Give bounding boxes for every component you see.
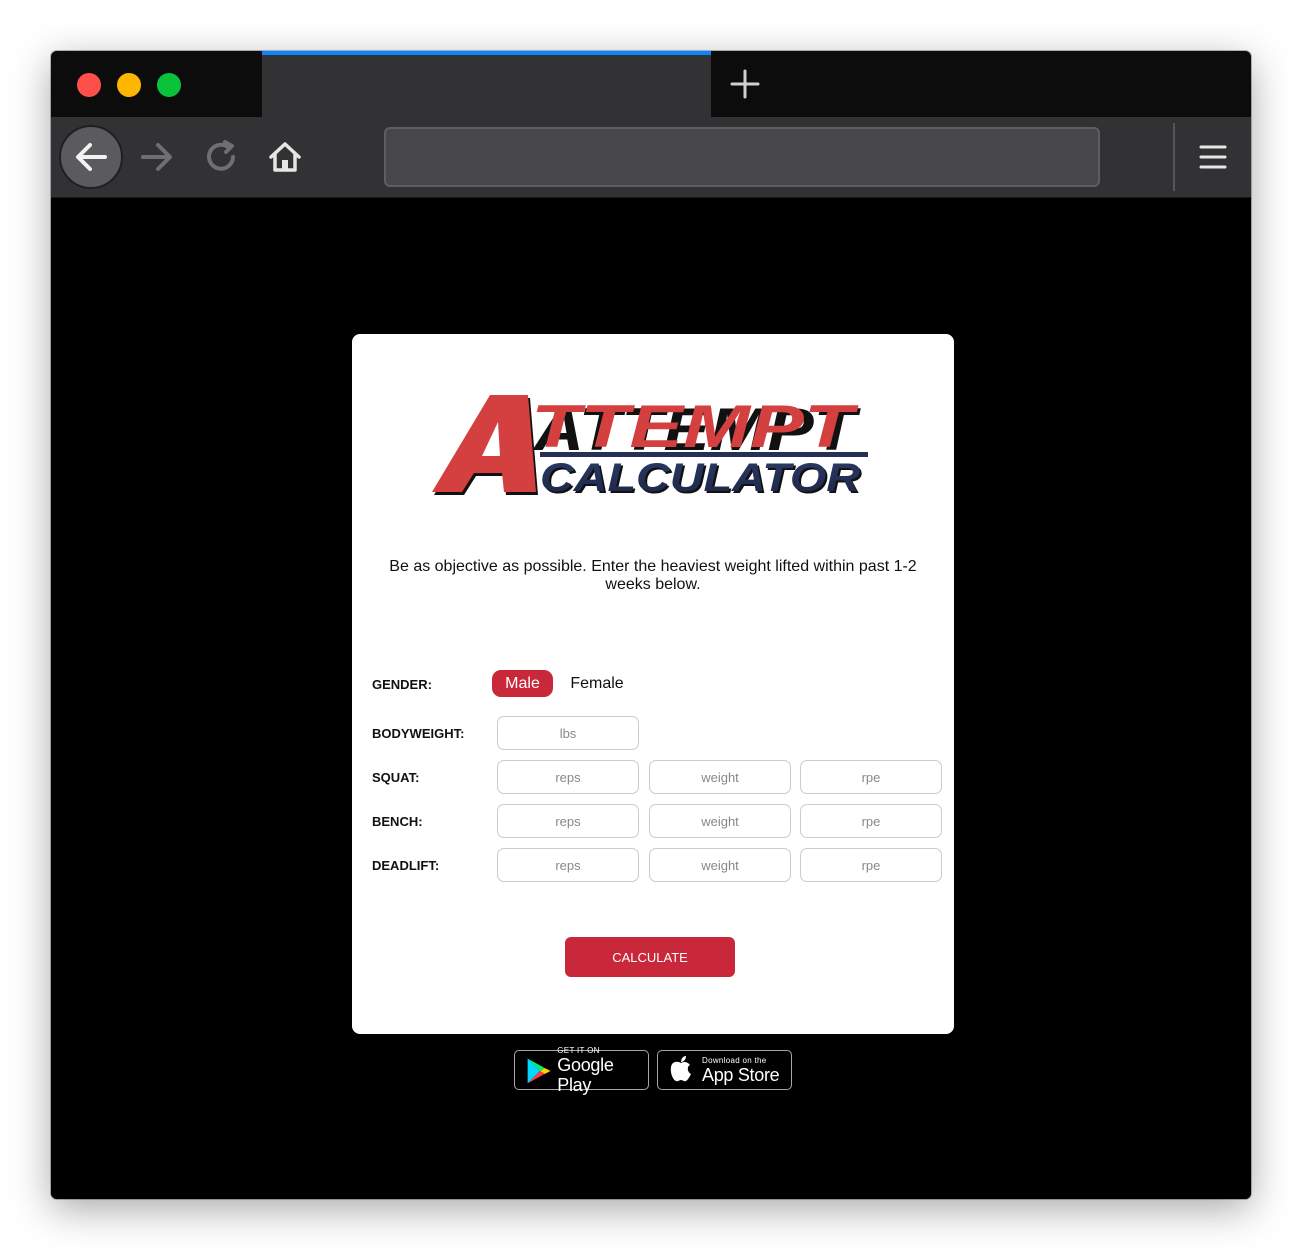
intro-text: Be as objective as possible. Enter the h… [389, 558, 917, 593]
nav-toolbar [51, 117, 1251, 198]
arrow-right-icon [141, 143, 172, 171]
calculator-card: ATTEMPT TTEMPT CALCULATOR CALCULATOR Be … [352, 334, 954, 1034]
menu-button[interactable] [1191, 137, 1235, 177]
back-button[interactable] [59, 125, 123, 189]
deadlift-reps-input[interactable] [497, 848, 639, 882]
toolbar-separator [1173, 123, 1175, 191]
hamburger-menu-icon [1199, 145, 1227, 169]
apple-icon [670, 1056, 691, 1082]
new-tab-button[interactable] [727, 66, 763, 102]
plus-icon [730, 69, 760, 99]
google-play-big-text: Google Play [557, 1054, 614, 1095]
bodyweight-input[interactable] [497, 716, 639, 750]
squat-weight-input[interactable] [649, 760, 791, 794]
logo-line1-text: TTEMPT [531, 393, 859, 460]
logo-line2-text: CALCULATOR [540, 456, 860, 496]
bodyweight-label: BODYWEIGHT: [372, 726, 465, 741]
app-store-big-text: App Store [702, 1064, 780, 1085]
google-play-icon [527, 1058, 551, 1084]
deadlift-rpe-input[interactable] [800, 848, 942, 882]
tab-bar [51, 51, 1251, 117]
google-play-small-text: GET IT ON [557, 1045, 600, 1055]
reload-button[interactable] [189, 125, 253, 189]
deadlift-label: DEADLIFT: [372, 858, 440, 873]
gender-label: GENDER: [372, 677, 432, 692]
arrow-left-icon [76, 143, 107, 171]
bench-rpe-input[interactable] [800, 804, 942, 838]
gender-female-toggle[interactable]: Female [562, 670, 632, 697]
close-window-button[interactable] [77, 73, 101, 97]
forward-button[interactable] [125, 125, 189, 189]
maximize-window-button[interactable] [157, 73, 181, 97]
page-content: ATTEMPT TTEMPT CALCULATOR CALCULATOR Be … [51, 199, 1251, 1199]
squat-rpe-input[interactable] [800, 760, 942, 794]
app-store-badge[interactable]: Download on the App Store [657, 1050, 792, 1090]
active-tab[interactable] [262, 51, 711, 117]
bench-weight-input[interactable] [649, 804, 791, 838]
bench-reps-input[interactable] [497, 804, 639, 838]
app-store-small-text: Download on the [702, 1055, 767, 1065]
squat-label: SQUAT: [372, 770, 420, 785]
bench-label: BENCH: [372, 814, 423, 829]
calculate-button[interactable]: CALCULATE [565, 937, 735, 977]
attempt-calculator-logo: ATTEMPT TTEMPT CALCULATOR CALCULATOR [432, 392, 872, 502]
browser-window: ATTEMPT TTEMPT CALCULATOR CALCULATOR Be … [51, 51, 1251, 1199]
deadlift-weight-input[interactable] [649, 848, 791, 882]
home-button[interactable] [253, 125, 317, 189]
squat-reps-input[interactable] [497, 760, 639, 794]
gender-male-toggle[interactable]: Male [492, 670, 553, 697]
url-bar[interactable] [384, 127, 1100, 187]
home-icon [269, 142, 301, 172]
reload-icon [207, 140, 235, 171]
google-play-badge[interactable]: GET IT ON Google Play [514, 1046, 649, 1095]
minimize-window-button[interactable] [117, 73, 141, 97]
